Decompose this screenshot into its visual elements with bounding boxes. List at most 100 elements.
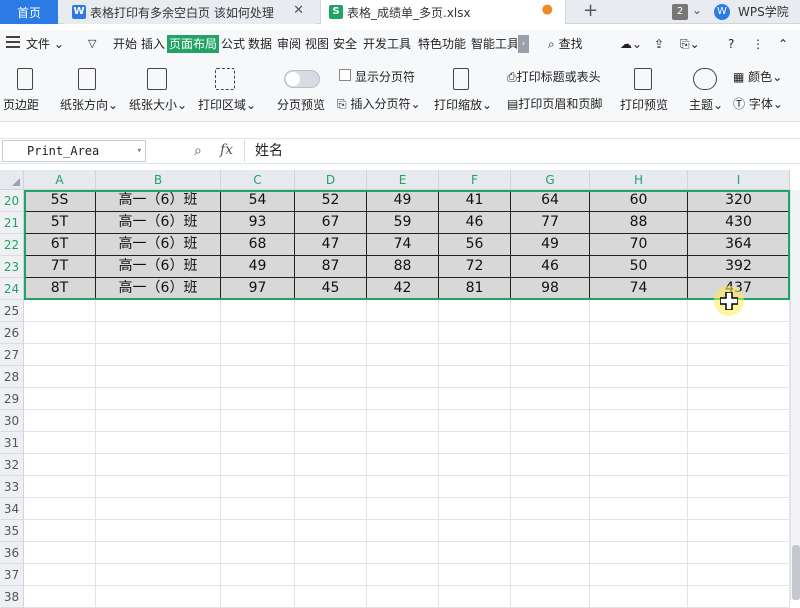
table-cell[interactable] bbox=[367, 410, 439, 432]
table-cell[interactable] bbox=[367, 432, 439, 454]
table-cell[interactable] bbox=[511, 542, 590, 564]
table-cell[interactable] bbox=[221, 564, 295, 586]
menu-item-insert[interactable]: 插入 bbox=[141, 35, 165, 53]
table-cell[interactable] bbox=[688, 388, 790, 410]
table-cell[interactable] bbox=[24, 322, 96, 344]
print-scale-button[interactable]: 打印缩放⌄ bbox=[434, 96, 492, 113]
menu-item-review[interactable]: 审阅 bbox=[277, 35, 301, 53]
table-cell[interactable] bbox=[439, 410, 511, 432]
table-cell[interactable] bbox=[688, 322, 790, 344]
table-cell[interactable]: 97 bbox=[221, 278, 295, 300]
tab-home[interactable]: 首页 bbox=[0, 0, 58, 24]
table-cell[interactable] bbox=[24, 542, 96, 564]
column-header-b[interactable]: B bbox=[96, 170, 221, 190]
table-cell[interactable]: 60 bbox=[590, 190, 688, 212]
table-cell[interactable] bbox=[590, 432, 688, 454]
table-cell[interactable]: 74 bbox=[590, 278, 688, 300]
table-cell[interactable] bbox=[590, 564, 688, 586]
table-cell[interactable]: 54 bbox=[221, 190, 295, 212]
table-cell[interactable] bbox=[221, 586, 295, 608]
wps-academy-link[interactable]: W WPS学院 bbox=[714, 3, 789, 20]
row-header[interactable]: 21 bbox=[0, 212, 24, 234]
menu-item-smart-tools[interactable]: 智能工具 bbox=[471, 35, 517, 53]
table-cell[interactable] bbox=[96, 388, 221, 410]
table-cell[interactable]: 50 bbox=[590, 256, 688, 278]
table-cell[interactable] bbox=[221, 322, 295, 344]
table-cell[interactable] bbox=[24, 454, 96, 476]
table-cell[interactable] bbox=[24, 300, 96, 322]
table-cell[interactable] bbox=[221, 388, 295, 410]
table-cell[interactable]: 364 bbox=[688, 234, 790, 256]
row-header[interactable]: 20 bbox=[0, 190, 24, 212]
window-count-badge[interactable]: 2 bbox=[672, 4, 688, 20]
table-cell[interactable] bbox=[221, 366, 295, 388]
table-cell[interactable] bbox=[590, 542, 688, 564]
print-header-footer-button[interactable]: ▤打印页眉和页脚 bbox=[507, 95, 602, 112]
column-header-i[interactable]: I bbox=[688, 170, 790, 190]
table-cell[interactable] bbox=[96, 520, 221, 542]
table-cell[interactable] bbox=[295, 586, 367, 608]
table-cell[interactable] bbox=[24, 432, 96, 454]
table-cell[interactable] bbox=[367, 388, 439, 410]
table-cell[interactable]: 高一（6）班 bbox=[96, 256, 221, 278]
close-icon[interactable]: ✕ bbox=[293, 3, 304, 18]
table-cell[interactable] bbox=[511, 344, 590, 366]
table-cell[interactable] bbox=[590, 498, 688, 520]
colors-button[interactable]: ▦ 颜色⌄ bbox=[733, 68, 782, 85]
table-cell[interactable] bbox=[511, 322, 590, 344]
share-icon[interactable]: ⇪ bbox=[654, 35, 664, 53]
table-cell[interactable] bbox=[439, 476, 511, 498]
row-header[interactable]: 27 bbox=[0, 344, 24, 366]
table-cell[interactable] bbox=[24, 564, 96, 586]
menu-item-formula[interactable]: 公式 bbox=[221, 35, 245, 53]
formula-input[interactable]: 姓名 bbox=[244, 140, 800, 162]
theme-button[interactable]: 主题⌄ bbox=[689, 96, 723, 113]
table-cell[interactable] bbox=[511, 454, 590, 476]
table-cell[interactable] bbox=[221, 454, 295, 476]
table-cell[interactable]: 高一（6）班 bbox=[96, 234, 221, 256]
table-cell[interactable] bbox=[590, 476, 688, 498]
table-cell[interactable]: 49 bbox=[511, 234, 590, 256]
column-header-f[interactable]: F bbox=[439, 170, 511, 190]
table-cell[interactable]: 320 bbox=[688, 190, 790, 212]
table-cell[interactable]: 高一（6）班 bbox=[96, 212, 221, 234]
table-cell[interactable] bbox=[688, 454, 790, 476]
table-cell[interactable] bbox=[221, 542, 295, 564]
table-cell[interactable] bbox=[511, 432, 590, 454]
table-cell[interactable]: 88 bbox=[367, 256, 439, 278]
table-cell[interactable] bbox=[511, 586, 590, 608]
table-cell[interactable] bbox=[96, 454, 221, 476]
table-cell[interactable]: 42 bbox=[367, 278, 439, 300]
row-header[interactable]: 31 bbox=[0, 432, 24, 454]
table-cell[interactable] bbox=[439, 300, 511, 322]
table-cell[interactable] bbox=[511, 410, 590, 432]
table-cell[interactable] bbox=[221, 498, 295, 520]
table-cell[interactable] bbox=[439, 498, 511, 520]
table-cell[interactable] bbox=[295, 498, 367, 520]
row-header[interactable]: 23 bbox=[0, 256, 24, 278]
table-cell[interactable] bbox=[221, 520, 295, 542]
table-cell[interactable] bbox=[24, 344, 96, 366]
table-cell[interactable] bbox=[295, 432, 367, 454]
page-margins-button[interactable]: 页边距 bbox=[3, 96, 39, 113]
table-cell[interactable] bbox=[439, 344, 511, 366]
table-cell[interactable] bbox=[221, 300, 295, 322]
table-cell[interactable] bbox=[688, 432, 790, 454]
row-header[interactable]: 26 bbox=[0, 322, 24, 344]
collapse-ribbon-icon[interactable]: ⌃ bbox=[778, 35, 788, 53]
table-cell[interactable]: 81 bbox=[439, 278, 511, 300]
table-cell[interactable] bbox=[688, 366, 790, 388]
table-cell[interactable] bbox=[367, 454, 439, 476]
table-cell[interactable]: 49 bbox=[367, 190, 439, 212]
table-cell[interactable]: 45 bbox=[295, 278, 367, 300]
table-cell[interactable] bbox=[590, 366, 688, 388]
table-cell[interactable] bbox=[295, 322, 367, 344]
table-cell[interactable]: 41 bbox=[439, 190, 511, 212]
table-cell[interactable] bbox=[24, 498, 96, 520]
table-cell[interactable] bbox=[511, 300, 590, 322]
table-cell[interactable] bbox=[295, 300, 367, 322]
menu-expand-icon[interactable]: ▽ bbox=[88, 35, 96, 53]
table-cell[interactable]: 8T bbox=[24, 278, 96, 300]
fonts-button[interactable]: Ⓣ 字体⌄ bbox=[733, 95, 783, 112]
find-button[interactable]: ⌕ 查找 bbox=[548, 35, 583, 53]
